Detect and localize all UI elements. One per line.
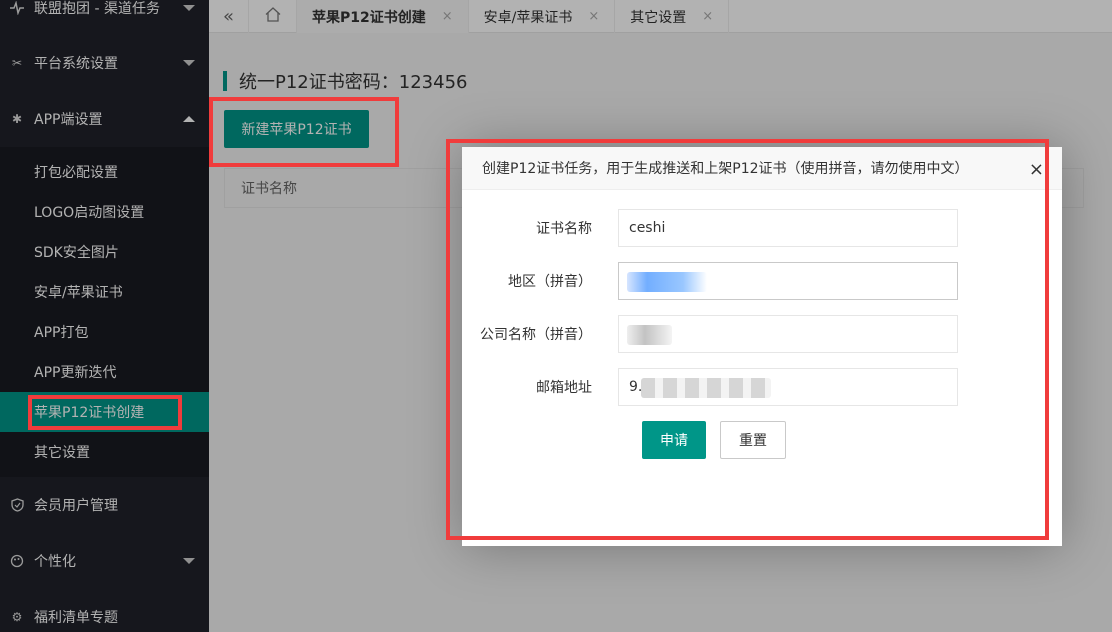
redacted-value [641,378,771,398]
modal-header: 创建P12证书任务，用于生成推送和上架P12证书（使用拼音，请勿使用中文） × [462,147,1062,190]
region-input[interactable] [618,262,958,300]
reset-button[interactable]: 重置 [720,421,786,459]
form-row-company: 公司名称（拼音） [462,315,1062,353]
field-label: 地区（拼音） [508,274,592,290]
form-row-region: 地区（拼音） [462,262,1062,300]
input-value: ceshi [629,220,666,236]
company-input[interactable] [618,315,958,353]
cert-name-input[interactable]: ceshi [618,209,958,247]
create-p12-modal: 创建P12证书任务，用于生成推送和上架P12证书（使用拼音，请勿使用中文） × … [462,147,1062,546]
modal-title: 创建P12证书任务，用于生成推送和上架P12证书（使用拼音，请勿使用中文） [482,161,969,177]
field-label: 公司名称（拼音） [480,327,592,343]
form-row-cert-name: 证书名称 ceshi [462,209,1062,247]
form-row-email: 邮箱地址 9. [462,368,1062,406]
redacted-value [627,325,672,345]
redacted-value [627,272,707,292]
email-input[interactable]: 9. [618,368,958,406]
submit-button[interactable]: 申请 [642,421,706,459]
field-label: 证书名称 [536,221,592,237]
field-label: 邮箱地址 [536,380,592,396]
close-icon[interactable]: × [1029,159,1044,180]
